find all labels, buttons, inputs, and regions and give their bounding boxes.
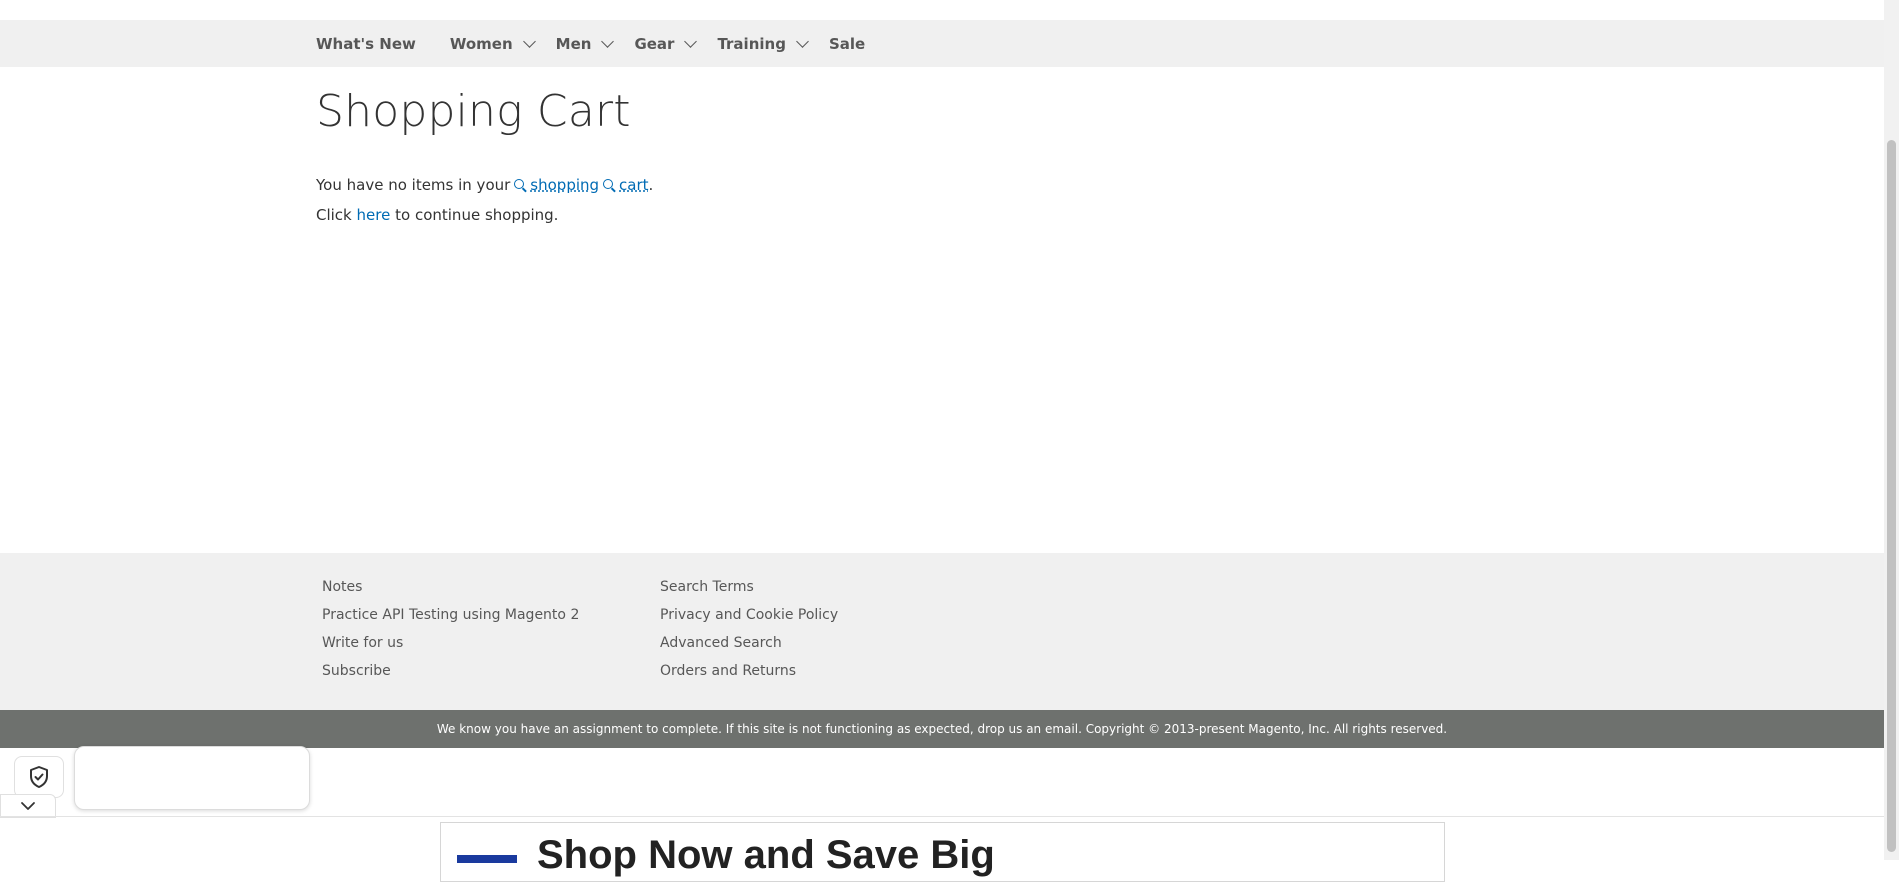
- search-icon: [514, 179, 525, 189]
- shield-check-icon: [30, 766, 48, 788]
- empty-cart-suffix: .: [648, 176, 654, 194]
- footer-links-column-1: Notes Practice API Testing using Magento…: [322, 573, 579, 685]
- nav-item-label: Men: [555, 34, 592, 53]
- category-menu: What's New Women Men Gear Training Sale: [316, 20, 899, 67]
- footer-links-column-2: Search Terms Privacy and Cookie Policy A…: [660, 573, 838, 685]
- continue-prefix: Click: [316, 206, 352, 224]
- nav-item-women[interactable]: Women: [450, 35, 542, 53]
- footer-link-search-terms[interactable]: Search Terms: [660, 573, 838, 601]
- page-title: Shopping Cart: [316, 86, 631, 137]
- ad-separator: [0, 816, 1884, 817]
- nav-item-gear[interactable]: Gear: [634, 35, 703, 53]
- nav-item-label: Gear: [634, 34, 675, 53]
- page-scrollbar[interactable]: [1884, 0, 1899, 860]
- nav-item-whats-new[interactable]: What's New: [316, 35, 416, 53]
- advertisement-banner[interactable]: Shop Now and Save Big: [440, 822, 1445, 882]
- nav-item-sale[interactable]: Sale: [829, 35, 865, 53]
- consent-popup: [74, 746, 310, 810]
- main-navigation-bar: What's New Women Men Gear Training Sale: [0, 20, 1884, 67]
- ad-logo: [457, 855, 517, 863]
- continue-suffix: to continue shopping.: [395, 206, 559, 224]
- footer-link-privacy[interactable]: Privacy and Cookie Policy: [660, 601, 838, 629]
- continue-shopping-message: Click here to continue shopping.: [316, 206, 558, 224]
- top-header-strip: [0, 0, 1884, 21]
- nav-item-men[interactable]: Men: [556, 35, 621, 53]
- continue-shopping-link[interactable]: here: [357, 206, 391, 224]
- ad-headline: Shop Now and Save Big: [537, 833, 995, 877]
- site-footer: Notes Practice API Testing using Magento…: [0, 553, 1884, 710]
- empty-cart-prefix: You have no items in your: [316, 176, 511, 194]
- nav-item-label: Sale: [828, 34, 866, 53]
- nav-item-label: Women: [449, 34, 513, 53]
- collapse-toggle-button[interactable]: [0, 794, 56, 818]
- chevron-down-icon: [684, 34, 698, 48]
- cart-link[interactable]: cart: [619, 176, 649, 194]
- nav-item-training[interactable]: Training: [717, 35, 814, 53]
- nav-item-label: Training: [717, 34, 786, 53]
- footer-link-write-for-us[interactable]: Write for us: [322, 629, 579, 657]
- privacy-badge-button[interactable]: [14, 756, 64, 798]
- footer-link-orders-returns[interactable]: Orders and Returns: [660, 657, 838, 685]
- copyright-bar: We know you have an assignment to comple…: [0, 710, 1884, 748]
- chevron-down-icon: [21, 802, 35, 810]
- shopping-link[interactable]: shopping: [530, 176, 599, 194]
- empty-cart-message: You have no items in your shopping cart.: [316, 176, 653, 194]
- chevron-down-icon: [601, 34, 615, 48]
- scrollbar-thumb[interactable]: [1887, 140, 1896, 852]
- chevron-down-icon: [522, 34, 536, 48]
- footer-link-notes[interactable]: Notes: [322, 573, 579, 601]
- copyright-text: We know you have an assignment to comple…: [436, 722, 1448, 736]
- nav-item-label: What's New: [316, 34, 416, 53]
- search-icon: [603, 179, 614, 189]
- chevron-down-icon: [796, 34, 809, 48]
- footer-link-advanced-search[interactable]: Advanced Search: [660, 629, 838, 657]
- footer-link-subscribe[interactable]: Subscribe: [322, 657, 579, 685]
- footer-link-practice-api[interactable]: Practice API Testing using Magento 2: [322, 601, 579, 629]
